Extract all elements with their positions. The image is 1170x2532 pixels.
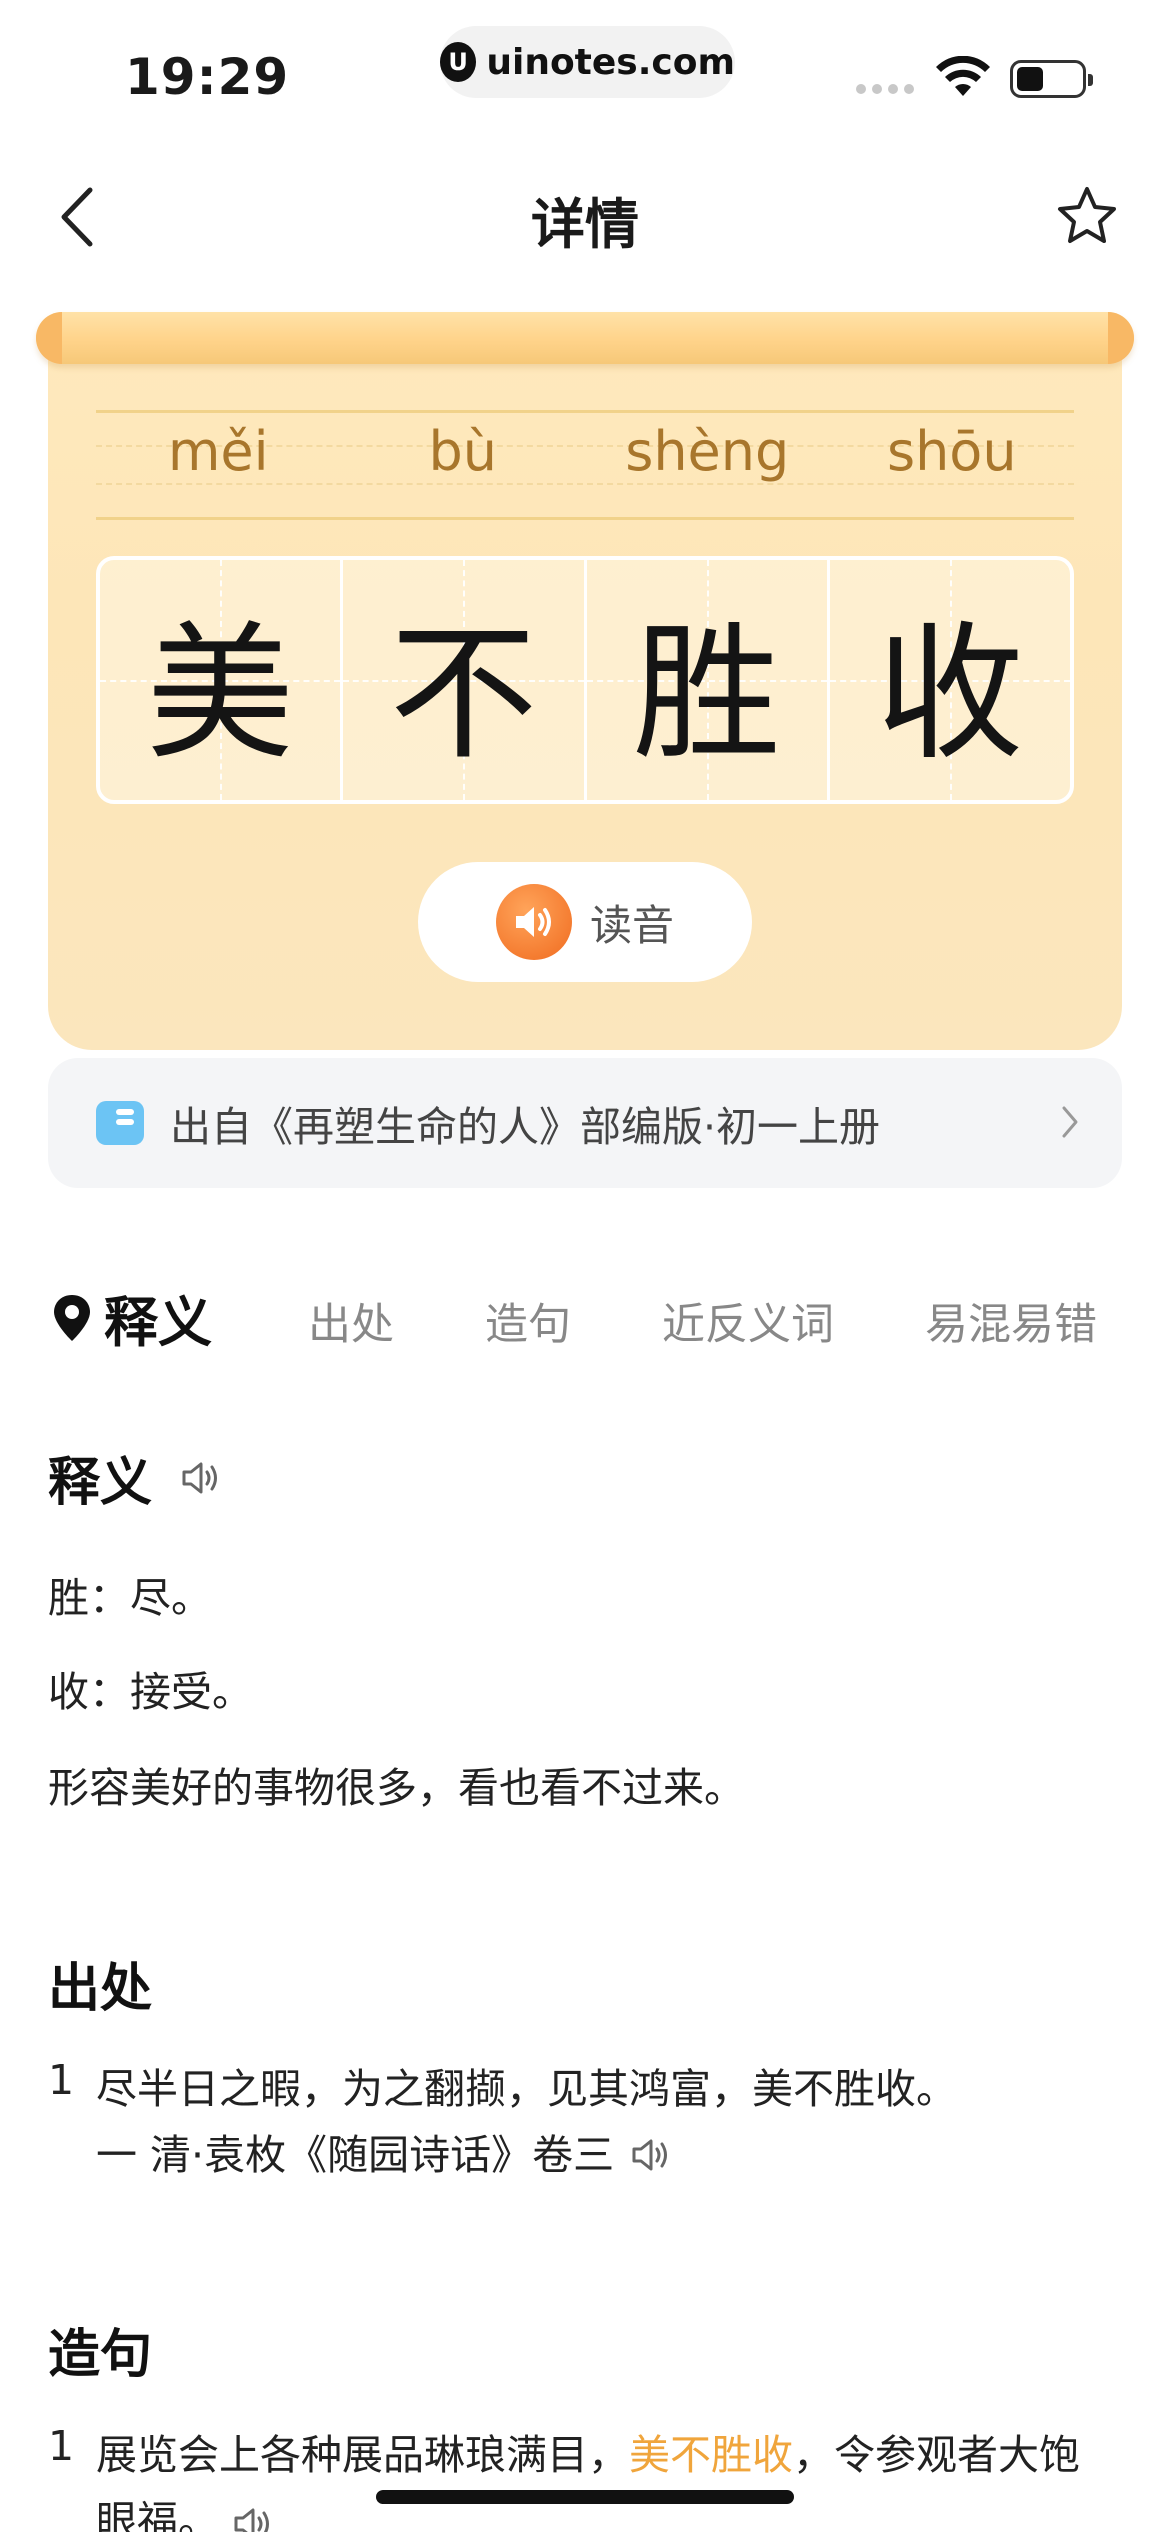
examples-section-title: 造句: [22, 2298, 153, 2387]
home-indicator[interactable]: [376, 2490, 794, 2504]
scroll-rod-cap-right: [1108, 312, 1134, 364]
pinyin-3: shèng: [625, 420, 790, 483]
meaning-line: 形容美好的事物很多，看也看不过来。: [48, 1764, 745, 1812]
examples-title-text: 造句: [48, 2325, 153, 2385]
meaning-line: 收：接受。: [48, 1668, 253, 1716]
source-row[interactable]: 出自《再塑生命的人》部编版·初一上册: [48, 1058, 1122, 1188]
origin-title-text: 出处: [48, 1959, 153, 2019]
url-text: uinotes.com: [486, 41, 735, 83]
meaning-section-title: 释义: [22, 1426, 226, 1515]
pinyin-row: měi bù shèng shōu: [96, 420, 1074, 483]
char-cell[interactable]: 美: [100, 560, 344, 800]
section-tabs: 释义 出处 造句 近反义词 易混易错: [48, 1272, 1122, 1362]
tab-synonyms-antonyms[interactable]: 近反义词: [662, 1290, 834, 1352]
tab-meaning-label: 释义: [104, 1291, 212, 1354]
chevron-right-icon: [1062, 1106, 1078, 1138]
char-1: 美: [146, 607, 295, 780]
source-text: 出自《再塑生命的人》部编版·初一上册: [170, 1103, 881, 1151]
status-time: 19:29: [125, 48, 290, 106]
char-4: 收: [875, 607, 1024, 780]
scroll-rod-cap-left: [36, 312, 62, 364]
char-cell[interactable]: 胜: [586, 560, 830, 800]
char-3: 胜: [632, 607, 781, 780]
char-cell[interactable]: 收: [829, 560, 1070, 800]
origin-item-number: 1: [48, 2056, 75, 2104]
tab-common-mistakes[interactable]: 易混易错: [925, 1290, 1097, 1352]
char-cell[interactable]: 不: [343, 560, 587, 800]
pinyin-4: shōu: [886, 420, 1017, 483]
cellular-signal-icon: [856, 84, 914, 94]
speaker-icon[interactable]: [180, 1458, 226, 1498]
book-icon: [96, 1101, 144, 1145]
pinyin-1: měi: [167, 420, 269, 483]
speaker-icon[interactable]: [232, 2504, 278, 2532]
battery-icon: [1010, 60, 1093, 98]
scroll-rod: [36, 312, 1134, 364]
origin-quote: 尽半日之暇，为之翻撷，见其鸿富，美不胜收。: [96, 2065, 957, 2113]
example-sentence: 展览会上各种展品琳琅满目，美不胜收，令参观者大饱眼福。: [96, 2422, 1116, 2532]
pinyin-2: bù: [428, 420, 497, 483]
char-2: 不: [389, 607, 538, 780]
status-bar: 19:29 U uinotes.com: [0, 0, 1170, 140]
speaker-icon: [495, 884, 572, 960]
location-pin-icon: [54, 1294, 90, 1341]
origin-section-title: 出处: [22, 1932, 153, 2021]
character-grid: 美 不 胜 收: [96, 556, 1074, 804]
example-item-number: 1: [48, 2422, 75, 2470]
meaning-title-text: 释义: [48, 1453, 153, 1513]
origin-attribution: 一 清·袁枚《随园诗话》卷三: [96, 2131, 615, 2179]
read-aloud-label: 读音: [589, 900, 674, 950]
page-title: 详情: [531, 193, 639, 256]
favorite-star-icon[interactable]: [1055, 184, 1119, 248]
uinotes-logo-icon: U: [440, 42, 477, 82]
url-pill[interactable]: U uinotes.com: [440, 26, 735, 98]
tab-examples[interactable]: 造句: [485, 1290, 571, 1352]
meaning-line: 胜：尽。: [48, 1574, 212, 1622]
example-text-before: 展览会上各种展品琳琅满目，: [96, 2431, 629, 2479]
tab-meaning[interactable]: 释义: [52, 1278, 212, 1357]
wifi-icon: [936, 56, 990, 96]
speaker-icon[interactable]: [630, 2135, 676, 2175]
example-highlight: 美不胜收: [629, 2431, 793, 2479]
tab-origin[interactable]: 出处: [308, 1290, 394, 1352]
read-aloud-button[interactable]: 读音: [418, 862, 752, 982]
nav-bar: 详情: [0, 150, 1170, 280]
